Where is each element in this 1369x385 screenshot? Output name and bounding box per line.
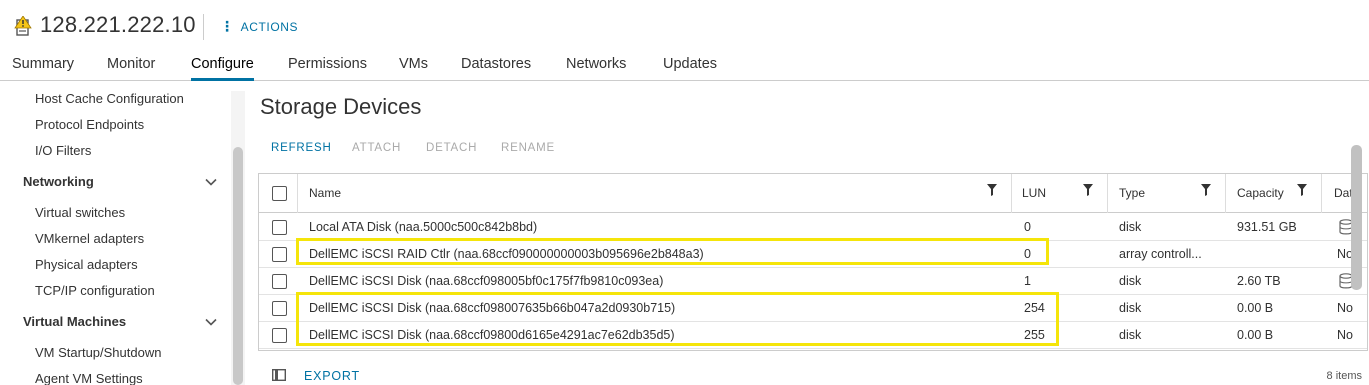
sidebar-group-virtual-machines[interactable]: Virtual Machines	[23, 314, 126, 329]
sidebar-item-host-cache[interactable]: Host Cache Configuration	[35, 91, 184, 106]
sidebar-scrollbar-thumb[interactable]	[233, 147, 243, 385]
tab-configure[interactable]: Configure	[191, 56, 254, 81]
device-name: Local ATA Disk (naa.5000c500c842b8bd)	[309, 220, 538, 234]
tab-datastores[interactable]: Datastores	[461, 56, 531, 81]
items-count: 8 items	[1326, 370, 1362, 382]
device-datastore: No	[1337, 328, 1353, 342]
host-title: 128.221.222.10	[40, 12, 196, 37]
filter-icon[interactable]	[1297, 184, 1307, 196]
page-title: Storage Devices	[260, 94, 422, 119]
tab-summary[interactable]: Summary	[12, 56, 74, 81]
device-type: array controll...	[1119, 247, 1202, 261]
sidebar-group-networking[interactable]: Networking	[23, 174, 94, 189]
host-warning-icon	[14, 16, 32, 36]
attach-button[interactable]: ATTACH	[352, 142, 401, 154]
row-checkbox[interactable]	[272, 219, 287, 235]
tab-networks[interactable]: Networks	[566, 56, 626, 81]
filter-icon[interactable]	[1083, 184, 1093, 196]
highlight-box	[296, 238, 1049, 265]
vertical-dots-icon: ⋮	[220, 18, 235, 34]
filter-icon[interactable]	[987, 184, 997, 196]
rename-button[interactable]: RENAME	[501, 142, 555, 154]
tab-monitor[interactable]: Monitor	[107, 56, 155, 81]
tab-updates[interactable]: Updates	[663, 56, 717, 81]
highlight-box	[296, 292, 1059, 346]
table-row[interactable]: DellEMC iSCSI Disk (naa.68ccf098005bf0c1…	[259, 268, 1367, 295]
table-footer: EXPORT 8 items	[258, 366, 1368, 385]
column-toggle-icon[interactable]	[272, 369, 286, 381]
object-tabs: Summary Monitor Configure Permissions VM…	[0, 52, 1369, 81]
detach-button[interactable]: DETACH	[426, 142, 477, 154]
device-type: disk	[1119, 274, 1142, 288]
export-button[interactable]: EXPORT	[304, 369, 360, 383]
row-checkbox[interactable]	[272, 300, 287, 316]
chevron-down-icon[interactable]	[205, 176, 217, 188]
device-type: disk	[1119, 301, 1142, 315]
sidebar-item-tcpip-configuration[interactable]: TCP/IP configuration	[35, 283, 155, 298]
tab-vms[interactable]: VMs	[399, 56, 428, 81]
actions-menu-button[interactable]: ⋮ ACTIONS	[220, 18, 298, 35]
tab-permissions[interactable]: Permissions	[288, 56, 367, 81]
column-header-name[interactable]: Name	[309, 174, 509, 212]
header-divider	[203, 14, 204, 40]
device-capacity	[1237, 241, 1317, 267]
device-capacity: 2.60 TB	[1237, 274, 1281, 288]
device-datastore: No	[1337, 301, 1353, 315]
device-capacity: 0.00 B	[1237, 301, 1274, 315]
sidebar-item-protocol-endpoints[interactable]: Protocol Endpoints	[35, 117, 144, 132]
row-checkbox[interactable]	[272, 246, 287, 262]
column-header-lun[interactable]: LUN	[1022, 174, 1072, 212]
device-type: disk	[1119, 328, 1142, 342]
device-name: DellEMC iSCSI Disk (naa.68ccf098005bf0c1…	[309, 274, 664, 288]
sidebar-item-vmkernel-adapters[interactable]: VMkernel adapters	[35, 231, 144, 246]
select-all-checkbox[interactable]	[272, 185, 287, 201]
row-checkbox[interactable]	[272, 327, 287, 343]
device-lun: 1	[1024, 274, 1031, 288]
column-header-capacity[interactable]: Capacity	[1237, 174, 1297, 212]
row-checkbox[interactable]	[272, 273, 287, 289]
device-capacity: 0.00 B	[1237, 328, 1274, 342]
filter-icon[interactable]	[1201, 184, 1211, 196]
column-header-type[interactable]: Type	[1119, 174, 1199, 212]
device-capacity: 931.51 GB	[1237, 220, 1297, 234]
object-header: 128.221.222.10 ⋮ ACTIONS	[0, 0, 1369, 52]
device-type: disk	[1119, 220, 1142, 234]
chevron-down-icon[interactable]	[205, 316, 217, 328]
actions-label: ACTIONS	[240, 19, 299, 34]
sidebar-item-physical-adapters[interactable]: Physical adapters	[35, 257, 138, 272]
refresh-button[interactable]: REFRESH	[271, 142, 332, 154]
table-header: Name LUN Type Capacity Dat	[259, 174, 1367, 213]
configure-sidebar: Host Cache Configuration Protocol Endpoi…	[0, 81, 247, 385]
device-lun: 0	[1024, 220, 1031, 234]
table-row[interactable]: Local ATA Disk (naa.5000c500c842b8bd) 0 …	[259, 214, 1367, 241]
table-vertical-scrollbar-thumb[interactable]	[1351, 145, 1362, 290]
sidebar-item-vm-startup-shutdown[interactable]: VM Startup/Shutdown	[35, 345, 161, 360]
sidebar-item-io-filters[interactable]: I/O Filters	[35, 143, 91, 158]
sidebar-item-agent-vm-settings[interactable]: Agent VM Settings	[35, 371, 143, 385]
sidebar-item-virtual-switches[interactable]: Virtual switches	[35, 205, 125, 220]
